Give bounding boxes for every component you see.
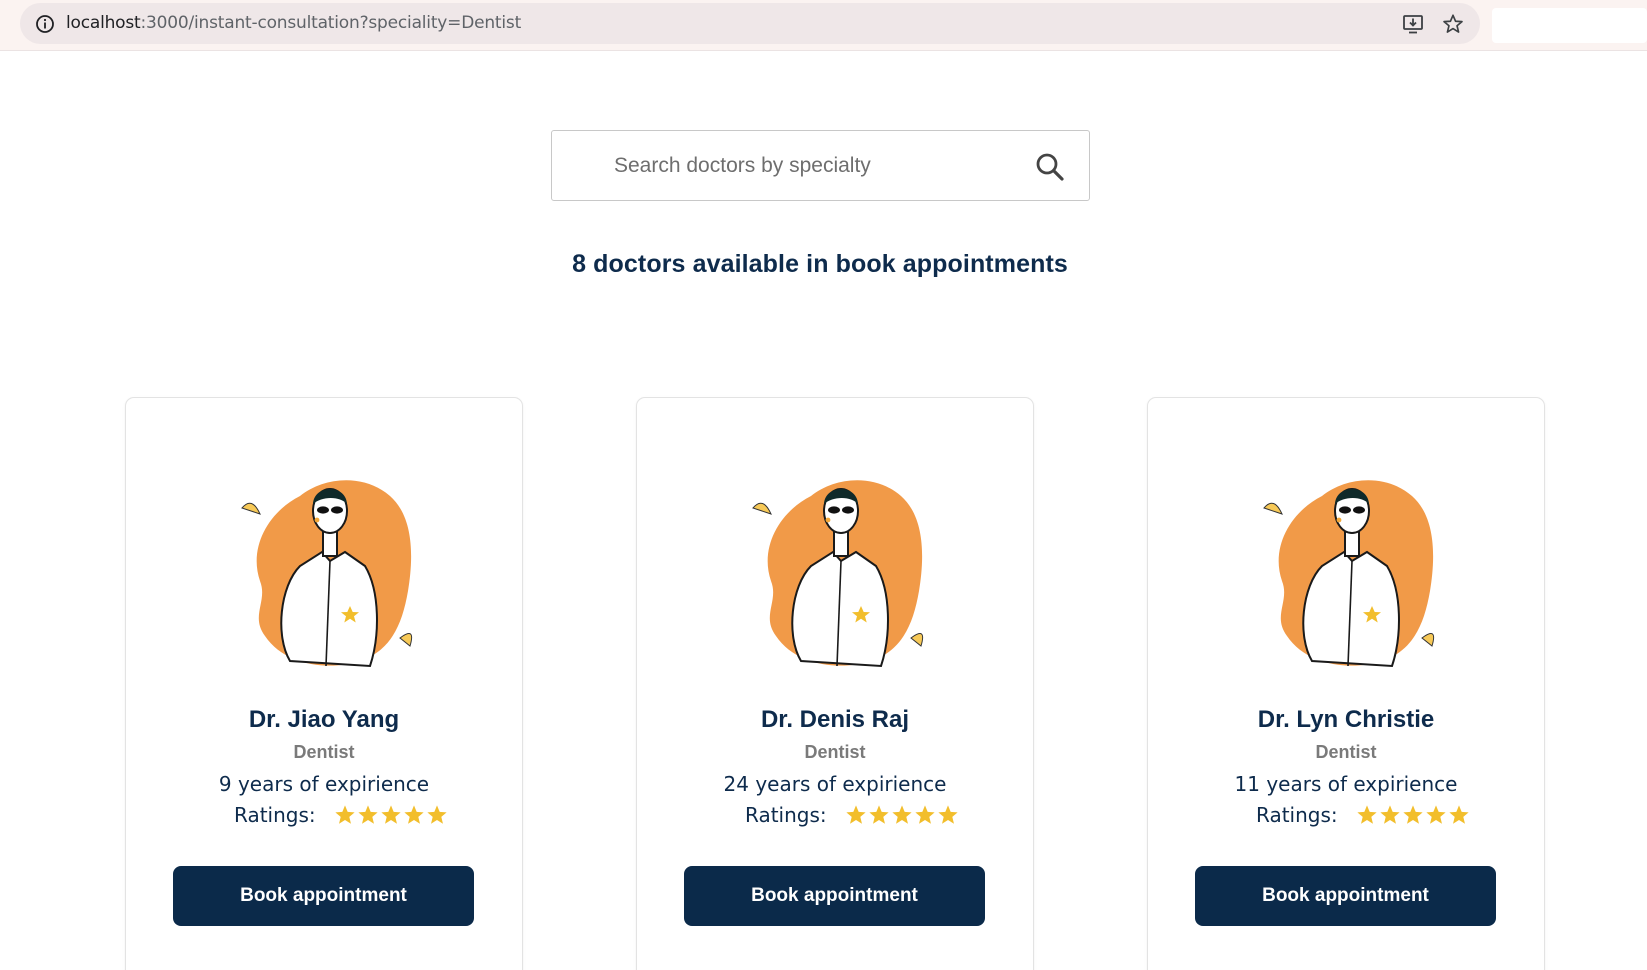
star-icon bbox=[846, 805, 866, 824]
book-appointment-button[interactable]: Book appointment bbox=[684, 866, 985, 926]
rating-stars bbox=[845, 804, 959, 826]
star-icon bbox=[335, 805, 355, 824]
browser-toolbar: localhost:3000/instant-consultation?spec… bbox=[0, 0, 1647, 51]
doctor-ratings: Ratings: bbox=[1256, 802, 1470, 828]
bookmark-star-icon[interactable] bbox=[1440, 11, 1466, 37]
results-count-heading: 8 doctors available in book appointments bbox=[572, 250, 1068, 278]
info-icon[interactable] bbox=[32, 11, 58, 37]
doctor-experience: 9 years of expirience bbox=[218, 772, 430, 796]
star-icon bbox=[1426, 805, 1446, 824]
star-icon bbox=[869, 805, 889, 824]
star-icon bbox=[892, 805, 912, 824]
doctor-avatar-illustration bbox=[1252, 466, 1452, 676]
doctor-experience: 11 years of expirience bbox=[1234, 772, 1458, 796]
doctor-ratings: Ratings: bbox=[234, 802, 448, 828]
book-appointment-button[interactable]: Book appointment bbox=[1195, 866, 1496, 926]
profile-area bbox=[1492, 8, 1647, 43]
doctor-avatar-illustration bbox=[741, 466, 941, 676]
ratings-label: Ratings: bbox=[745, 803, 827, 827]
search-input[interactable] bbox=[614, 131, 1014, 200]
url-text[interactable]: localhost:3000/instant-consultation?spec… bbox=[66, 3, 521, 44]
doctor-card: Dr. Denis Raj Dentist 24 years of expiri… bbox=[636, 397, 1034, 970]
doctor-avatar-illustration bbox=[230, 466, 430, 676]
star-icon bbox=[427, 805, 447, 824]
search-icon[interactable] bbox=[1034, 151, 1066, 183]
star-icon bbox=[1449, 805, 1469, 824]
ratings-label: Ratings: bbox=[1256, 803, 1338, 827]
doctor-name: Dr. Denis Raj bbox=[760, 706, 910, 733]
ratings-label: Ratings: bbox=[234, 803, 316, 827]
star-icon bbox=[1403, 805, 1423, 824]
doctor-card: Dr. Lyn Christie Dentist 11 years of exp… bbox=[1147, 397, 1545, 970]
doctor-ratings: Ratings: bbox=[745, 802, 959, 828]
star-icon bbox=[404, 805, 424, 824]
book-appointment-button[interactable]: Book appointment bbox=[173, 866, 474, 926]
star-icon bbox=[1380, 805, 1400, 824]
star-icon bbox=[381, 805, 401, 824]
star-icon bbox=[1357, 805, 1377, 824]
doctor-specialty: Dentist bbox=[1315, 742, 1377, 762]
search-box bbox=[551, 130, 1090, 201]
rating-stars bbox=[334, 804, 448, 826]
doctor-experience: 24 years of expirience bbox=[723, 772, 947, 796]
star-icon bbox=[938, 805, 958, 824]
doctor-card: Dr. Jiao Yang Dentist 9 years of expirie… bbox=[125, 397, 523, 970]
rating-stars bbox=[1356, 804, 1470, 826]
doctor-name: Dr. Jiao Yang bbox=[248, 706, 400, 733]
star-icon bbox=[358, 805, 378, 824]
star-icon bbox=[915, 805, 935, 824]
doctor-name: Dr. Lyn Christie bbox=[1257, 706, 1435, 733]
install-app-icon[interactable] bbox=[1400, 11, 1426, 37]
doctor-specialty: Dentist bbox=[293, 742, 355, 762]
doctor-specialty: Dentist bbox=[804, 742, 866, 762]
address-bar[interactable]: localhost:3000/instant-consultation?spec… bbox=[20, 3, 1480, 44]
